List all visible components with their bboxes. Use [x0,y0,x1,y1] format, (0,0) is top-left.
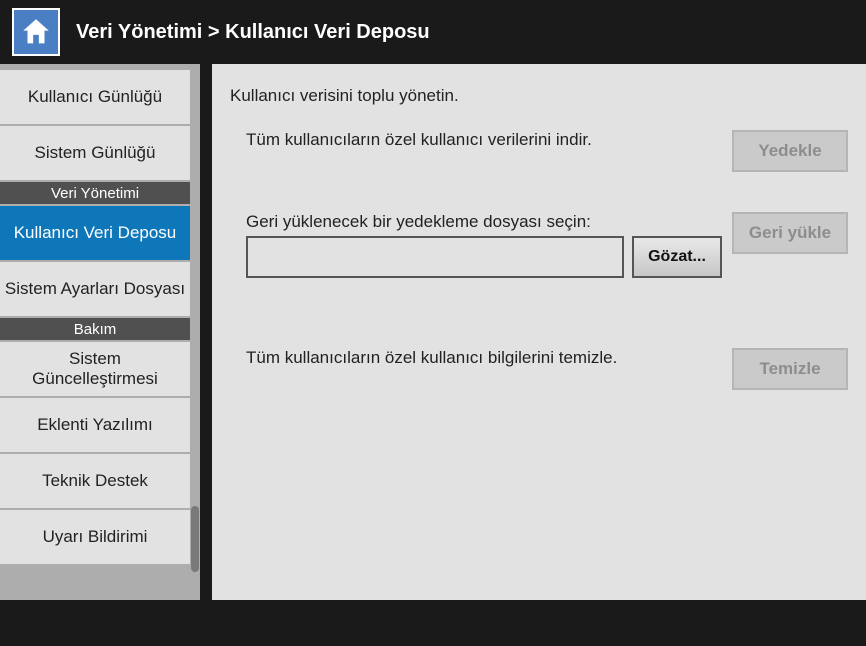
restore-row: Geri yüklenecek bir yedekleme dosyası se… [230,212,848,278]
sidebar-item-9[interactable]: Uyarı Bildirimi [0,510,190,566]
home-icon [19,15,53,49]
sidebar-label-1: Sistem Günlüğü [35,143,156,163]
sidebar-section-5: Bakım [0,318,190,342]
backup-row: Tüm kullanıcıların özel kullanıcı verile… [230,130,848,172]
sidebar-item-3[interactable]: Kullanıcı Veri Deposu [0,206,190,262]
clear-row: Tüm kullanıcıların özel kullanıcı bilgil… [230,348,848,390]
sidebar-label-5: Bakım [74,321,117,338]
sidebar-scrollbar[interactable] [190,64,200,600]
home-button[interactable] [12,8,60,56]
sidebar-item-4[interactable]: Sistem Ayarları Dosyası [0,262,190,318]
sidebar-label-2: Veri Yönetimi [51,185,139,202]
sidebar: Kullanıcı Günlüğü Sistem Günlüğü Veri Yöne… [0,64,200,600]
sidebar-item-0[interactable]: Kullanıcı Günlüğü [0,70,190,126]
sidebar-item-8[interactable]: Teknik Destek [0,454,190,510]
browse-button[interactable]: Gözat... [632,236,722,278]
sidebar-label-0: Kullanıcı Günlüğü [28,87,162,107]
sidebar-item-7[interactable]: Eklenti Yazılımı [0,398,190,454]
breadcrumb: Veri Yönetimi > Kullanıcı Veri Deposu [76,21,430,44]
sidebar-item-6[interactable]: Sistem Güncelleştirmesi [0,342,190,398]
sidebar-label-4: Sistem Ayarları Dosyası [5,279,185,299]
content-panel: Kullanıcı verisini toplu yönetin. Tüm ku… [212,64,866,600]
sidebar-label-3: Kullanıcı Veri Deposu [14,223,177,243]
sidebar-label-8: Teknik Destek [42,471,148,491]
backup-button[interactable]: Yedekle [732,130,848,172]
content-intro: Kullanıcı verisini toplu yönetin. [230,86,848,106]
clear-text: Tüm kullanıcıların özel kullanıcı bilgil… [230,348,732,368]
clear-button[interactable]: Temizle [732,348,848,390]
sidebar-label-7: Eklenti Yazılımı [37,415,153,435]
sidebar-label-6: Sistem Güncelleştirmesi [4,349,186,389]
sidebar-section-2: Veri Yönetimi [0,182,190,206]
backup-text: Tüm kullanıcıların özel kullanıcı verile… [230,130,732,150]
restore-label: Geri yüklenecek bir yedekleme dosyası se… [246,212,732,232]
sidebar-item-1[interactable]: Sistem Günlüğü [0,126,190,182]
restore-file-input[interactable] [246,236,624,278]
sidebar-scrollthumb[interactable] [191,506,199,572]
sidebar-label-9: Uyarı Bildirimi [43,527,148,547]
restore-button[interactable]: Geri yükle [732,212,848,254]
footer [0,600,866,646]
header: Veri Yönetimi > Kullanıcı Veri Deposu [0,0,866,64]
